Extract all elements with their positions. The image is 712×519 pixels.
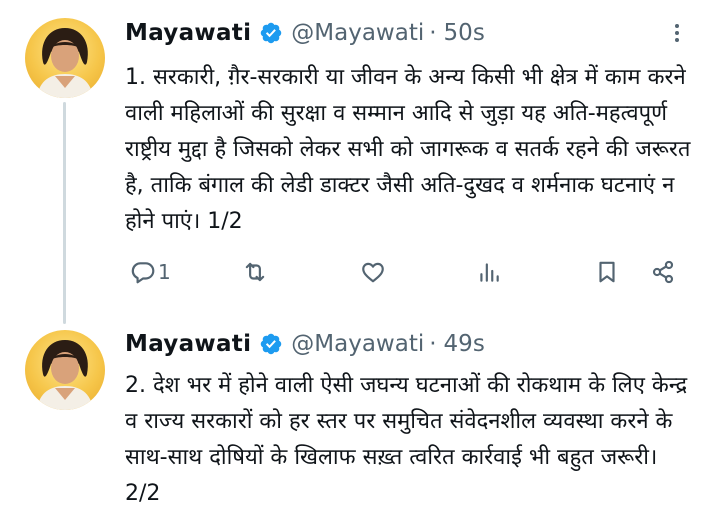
verified-badge-icon	[259, 332, 283, 356]
author-name[interactable]: Mayawati	[125, 326, 251, 362]
header-separator: ·	[429, 331, 437, 357]
avatar-portrait-icon	[37, 28, 93, 98]
header-separator: ·	[429, 20, 437, 46]
tweet-text: 1. सरकारी, ग़ैर-सरकारी या जीवन के अन्य क…	[125, 65, 691, 234]
retweet-button[interactable]	[242, 252, 268, 292]
thread-connector-line	[63, 102, 66, 324]
reply-count: 1	[158, 260, 171, 284]
tweet[interactable]: Mayawati @Mayawati · 50s 1. सरकारी, ग़ैर…	[0, 0, 712, 324]
tweet-header: Mayawati @Mayawati · 49s	[125, 326, 485, 362]
retweet-icon	[242, 259, 268, 285]
views-button[interactable]	[476, 252, 502, 292]
thread: Mayawati @Mayawati · 50s 1. सरकारी, ग़ैर…	[0, 0, 712, 519]
avatar[interactable]	[25, 18, 105, 98]
views-bar-chart-icon	[476, 259, 502, 285]
verified-badge-icon	[259, 21, 283, 45]
tweet-header: Mayawati @Mayawati · 50s	[125, 15, 485, 51]
share-icon	[650, 259, 676, 285]
bookmark-button[interactable]	[594, 252, 620, 292]
reply-button[interactable]: 1	[130, 252, 171, 292]
tweet-text: 2. देश भर में होने वाली ऐसी जघन्य घटनाओं…	[125, 373, 688, 506]
tweet[interactable]: Mayawati @Mayawati · 49s 2. देश भर में ह…	[0, 320, 712, 519]
avatar[interactable]	[25, 330, 105, 410]
author-name[interactable]: Mayawati	[125, 15, 251, 51]
heart-icon	[360, 259, 386, 285]
share-button[interactable]	[650, 252, 676, 292]
more-options-icon[interactable]	[662, 18, 692, 48]
avatar-portrait-icon	[37, 340, 93, 410]
tweet-actions: 1	[120, 252, 690, 292]
bookmark-icon	[594, 259, 620, 285]
like-button[interactable]	[360, 252, 386, 292]
author-handle[interactable]: @Mayawati	[291, 326, 424, 362]
tweet-timestamp[interactable]: 50s	[444, 15, 485, 51]
reply-icon	[130, 259, 156, 285]
author-handle[interactable]: @Mayawati	[291, 15, 424, 51]
tweet-timestamp[interactable]: 49s	[444, 326, 485, 362]
